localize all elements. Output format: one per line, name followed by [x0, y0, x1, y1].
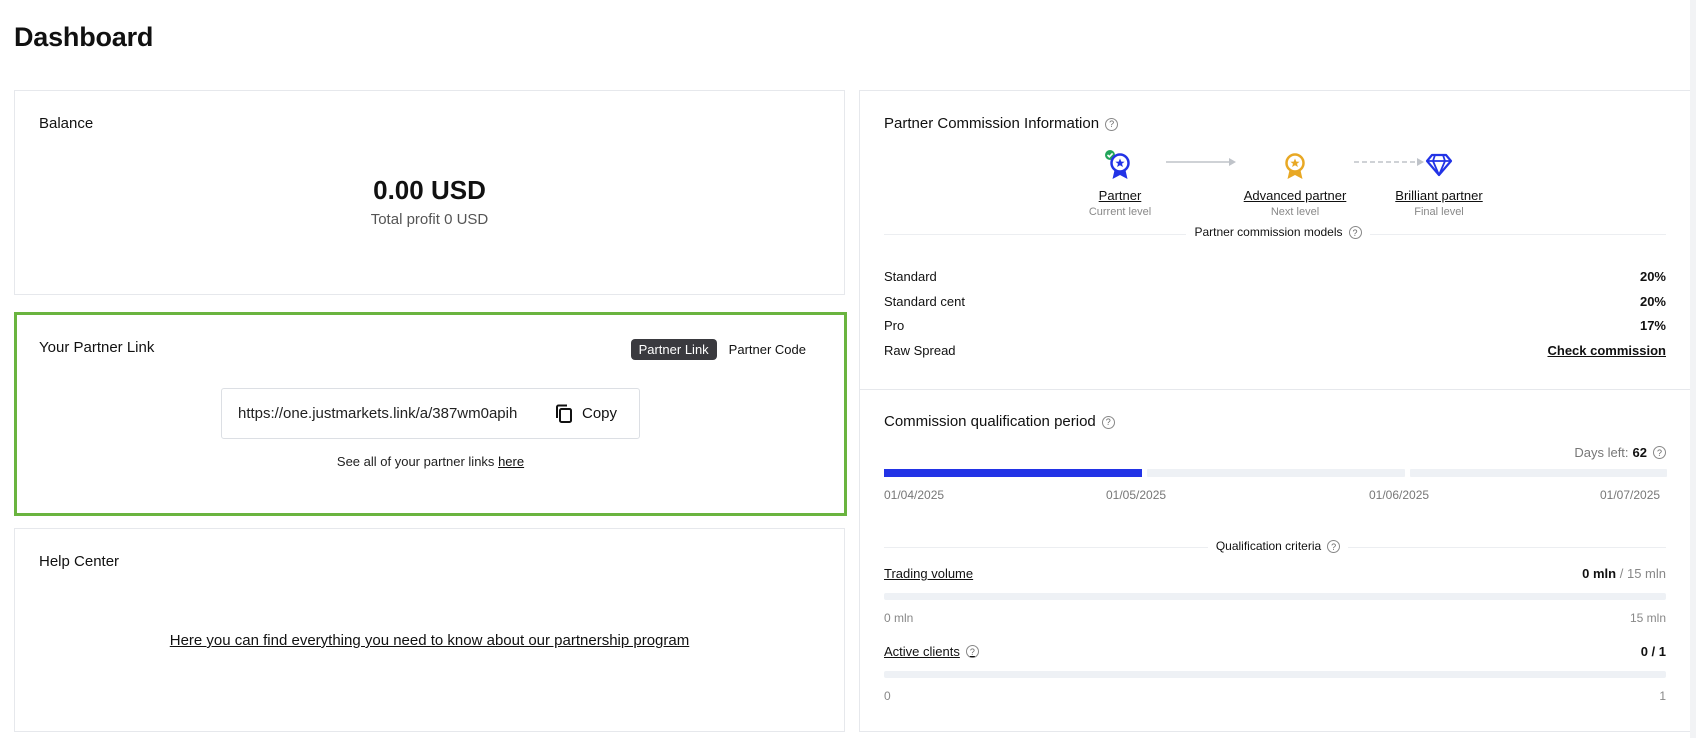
partner-levels: Partner Current level Advanced partner N… — [1080, 149, 1500, 224]
total-profit: Total profit 0 USD — [370, 211, 489, 228]
qualification-title: Commission qualification period — [884, 413, 1096, 430]
period-date: 01/04/2025 — [884, 488, 945, 502]
models-heading: Partner commission models? — [860, 225, 1696, 240]
model-name: Standard cent — [884, 294, 965, 309]
medal-icon — [1105, 150, 1130, 179]
partner-link-field[interactable]: https://one.justmarkets.link/a/387wm0api… — [221, 388, 640, 439]
check-commission-link[interactable]: Check commission — [1548, 343, 1667, 358]
diamond-icon — [1425, 153, 1453, 177]
commission-card: Partner Commission Information? Partner … — [859, 90, 1696, 390]
level-sub: Current level — [1088, 206, 1152, 218]
criterion-max-label: 15 mln — [1629, 611, 1666, 625]
criterion-range: 0 1 — [884, 689, 1666, 703]
qualification-title-wrap: Commission qualification period? — [884, 413, 1115, 430]
help-center-card: Help Center Here you can find everything… — [14, 528, 845, 732]
level-name[interactable]: Partner — [1080, 188, 1160, 203]
period-segment — [1147, 469, 1405, 477]
criterion-range: 0 mln 15 mln — [884, 611, 1666, 625]
level-sub: Next level — [1270, 206, 1320, 218]
medal-icon — [1285, 153, 1305, 179]
criteria-title: Qualification criteria — [1215, 539, 1322, 553]
level-sub: Final level — [1414, 206, 1464, 218]
level-brilliant: Brilliant partner Final level — [1374, 149, 1504, 218]
criterion-value: 0 mln / 15 mln — [1582, 566, 1666, 581]
level-partner: Partner Current level — [1080, 149, 1160, 218]
tab-partner-link[interactable]: Partner Link — [630, 339, 717, 360]
days-left-label: Days left: — [1574, 445, 1629, 460]
help-icon[interactable]: ? — [1105, 117, 1119, 131]
model-row: Standard cent 20% — [884, 294, 1666, 309]
level-name[interactable]: Advanced partner — [1230, 188, 1360, 203]
period-segment — [1410, 469, 1667, 477]
period-segment-fill — [884, 469, 1142, 477]
model-value: 20% — [1639, 294, 1666, 309]
arrow-icon — [1166, 158, 1236, 166]
balance-title: Balance — [39, 115, 94, 132]
qualification-card: Commission qualification period? Days le… — [859, 389, 1696, 732]
criterion-min: 0 mln — [884, 611, 914, 625]
period-date: 01/05/2025 — [1106, 488, 1167, 502]
help-icon[interactable]: ? — [1653, 446, 1666, 459]
criterion-value: 0 / 1 — [1641, 644, 1666, 659]
period-segment — [884, 469, 1142, 477]
model-name: Raw Spread — [884, 343, 956, 358]
partner-link-card: Your Partner Link Partner Link Partner C… — [14, 312, 847, 516]
model-row: Pro 17% — [884, 318, 1666, 333]
help-center-title: Help Center — [39, 553, 120, 570]
help-center-link[interactable]: Here you can find everything you need to… — [15, 632, 844, 649]
scrollbar[interactable] — [1690, 0, 1696, 738]
model-row: Raw Spread Check commission — [884, 343, 1666, 358]
help-icon[interactable]: ? — [1101, 415, 1115, 429]
criterion-progress-bar — [884, 593, 1666, 600]
see-all-links: See all of your partner links here — [17, 454, 844, 469]
criterion-active-clients: Active clients? 0 / 1 — [884, 644, 1666, 659]
link-code-toggle: Partner Link Partner Code — [630, 339, 814, 360]
help-icon[interactable]: ? — [965, 645, 979, 658]
copy-icon — [556, 404, 572, 423]
criterion-current: 0 mln — [1582, 566, 1617, 581]
see-all-text: See all of your partner links — [336, 454, 495, 469]
page-title: Dashboard — [14, 22, 154, 52]
criterion-trading-volume: Trading volume 0 mln / 15 mln — [884, 566, 1666, 581]
partner-link-url[interactable]: https://one.justmarkets.link/a/387wm0api… — [238, 405, 543, 422]
model-row: Standard 20% — [884, 269, 1666, 284]
model-name: Standard — [884, 269, 937, 284]
help-icon[interactable]: ? — [1327, 540, 1341, 554]
model-name: Pro — [884, 318, 905, 333]
criterion-max-label: 1 — [1659, 689, 1666, 703]
active-clients-wrap: Active clients? — [884, 644, 979, 659]
model-value: 20% — [1639, 269, 1666, 284]
balance-card: Balance 0.00 USD Total profit 0 USD — [14, 90, 845, 295]
commission-title: Partner Commission Information — [884, 115, 1100, 132]
criterion-min: 0 — [884, 689, 891, 703]
criterion-current: 0 / 1 — [1640, 644, 1666, 659]
days-left-value: 62 — [1632, 445, 1647, 460]
model-value: 17% — [1639, 318, 1666, 333]
see-all-here-link[interactable]: here — [498, 454, 524, 469]
copy-button[interactable]: Copy — [555, 404, 617, 424]
criterion-max: / 15 mln — [1619, 566, 1666, 581]
period-date: 01/07/2025 — [1600, 488, 1661, 502]
commission-title-wrap: Partner Commission Information? — [884, 115, 1119, 132]
criterion-progress-bar — [884, 671, 1666, 678]
trading-volume-link[interactable]: Trading volume — [884, 566, 973, 581]
balance-amount: 0.00 USD — [373, 175, 486, 205]
level-advanced: Advanced partner Next level — [1230, 149, 1360, 218]
copy-label: Copy — [582, 405, 618, 422]
days-left: Days left: 62 ? — [1574, 445, 1666, 460]
help-icon[interactable]: ? — [1348, 226, 1362, 240]
models-title: Partner commission models — [1194, 225, 1343, 239]
partner-link-title: Your Partner Link — [39, 339, 155, 356]
tab-partner-code[interactable]: Partner Code — [721, 339, 814, 360]
active-clients-link[interactable]: Active clients — [884, 644, 960, 659]
period-date: 01/06/2025 — [1369, 488, 1430, 502]
level-name[interactable]: Brilliant partner — [1374, 188, 1504, 203]
criteria-heading: Qualification criteria? — [860, 539, 1696, 554]
